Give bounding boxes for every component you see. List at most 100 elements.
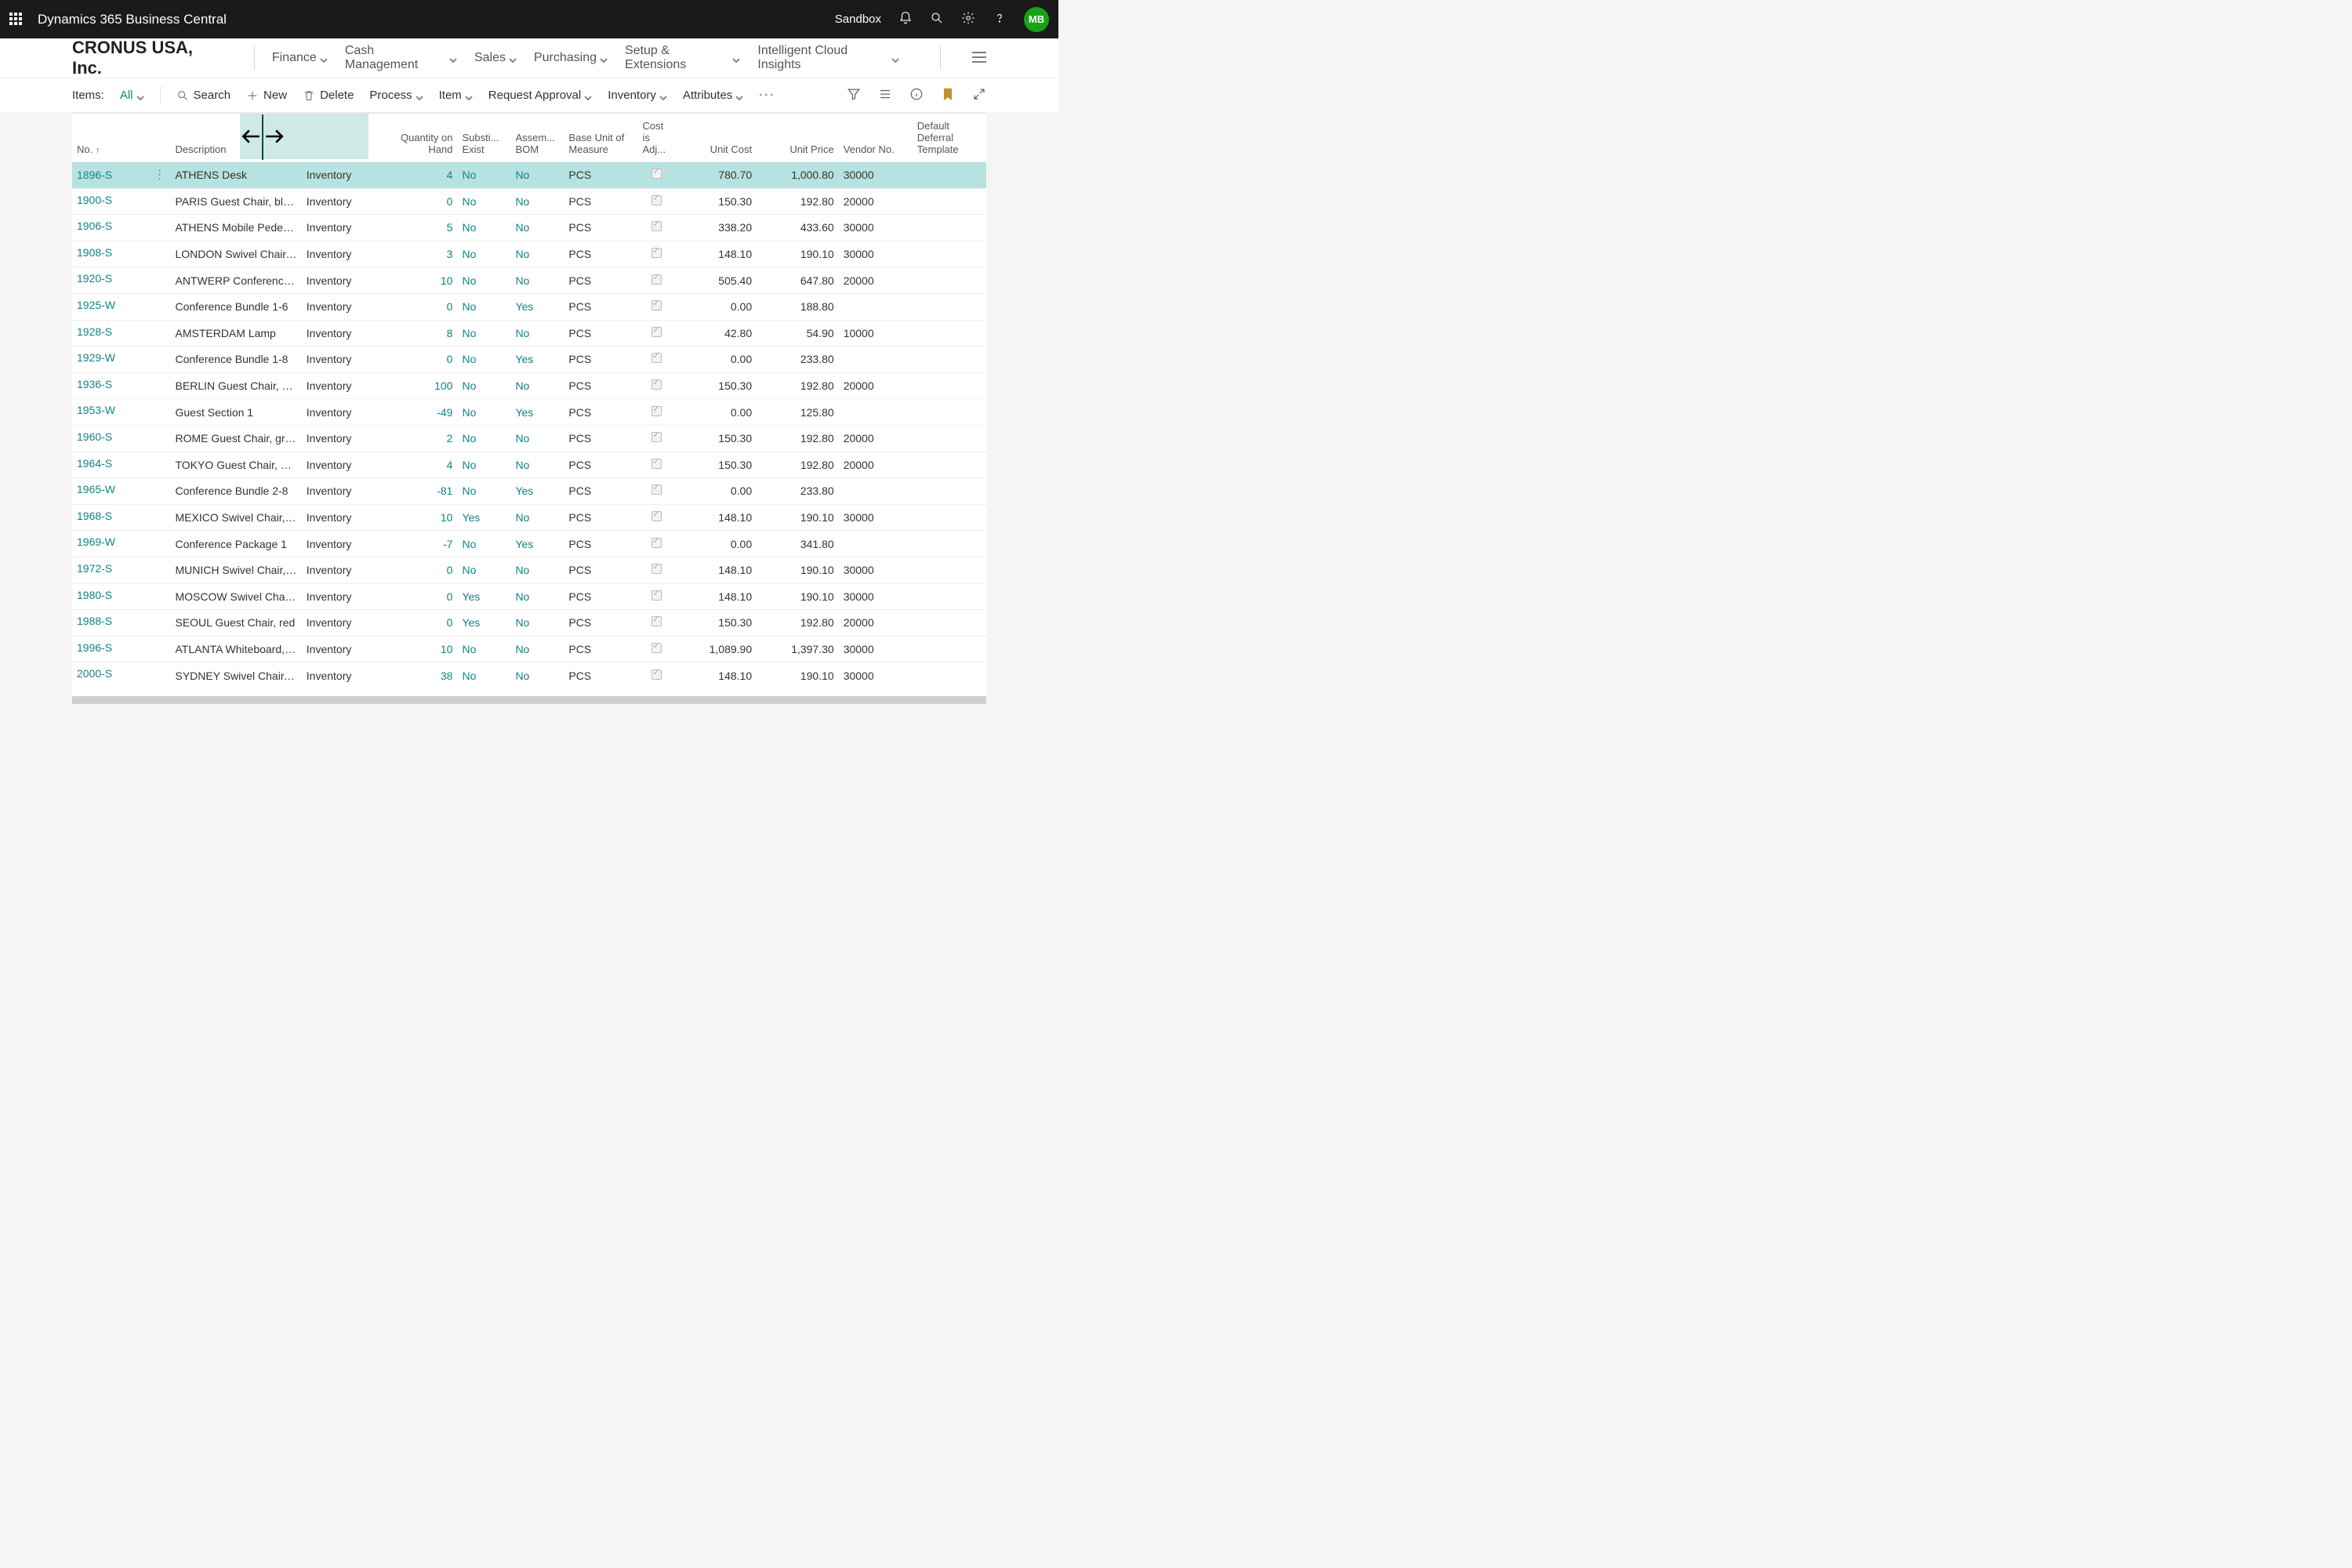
cell-substitutes[interactable]: No bbox=[457, 662, 510, 689]
cell-vendor[interactable]: 30000 bbox=[839, 504, 913, 531]
table-row[interactable]: 1936-SBERLIN Guest Chair, yell...Invento… bbox=[72, 372, 986, 399]
cell-no[interactable]: 1929-W bbox=[72, 347, 170, 368]
row-actions-icon[interactable]: ⋮ bbox=[153, 167, 165, 183]
column-resize-indicator[interactable] bbox=[240, 114, 368, 159]
item-menu[interactable]: Item bbox=[439, 89, 473, 102]
table-row[interactable]: 1920-SANTWERP Conference T...Inventory10… bbox=[72, 267, 986, 294]
cell-description[interactable]: SYDNEY Swivel Chair, gr... bbox=[170, 662, 301, 689]
cell-no[interactable]: 1980-S bbox=[72, 584, 170, 606]
cell-qty[interactable]: 10 bbox=[376, 636, 458, 662]
cell-vendor[interactable]: 20000 bbox=[839, 425, 913, 452]
cell-assembly-bom[interactable]: No bbox=[510, 636, 564, 662]
cell-vendor[interactable]: 20000 bbox=[839, 610, 913, 637]
cell-description[interactable]: BERLIN Guest Chair, yell... bbox=[170, 372, 301, 399]
more-actions[interactable]: ··· bbox=[759, 89, 775, 102]
cell-substitutes[interactable]: No bbox=[457, 557, 510, 583]
cell-vendor[interactable]: 30000 bbox=[839, 241, 913, 267]
cell-vendor[interactable]: 30000 bbox=[839, 636, 913, 662]
cell-qty[interactable]: 0 bbox=[376, 188, 458, 215]
cell-vendor[interactable] bbox=[839, 399, 913, 426]
cell-substitutes[interactable]: No bbox=[457, 267, 510, 294]
cell-assembly-bom[interactable]: No bbox=[510, 662, 564, 689]
cell-description[interactable]: MEXICO Swivel Chair, bl... bbox=[170, 504, 301, 531]
col-header-vendor[interactable]: Vendor No. bbox=[839, 114, 913, 162]
cell-substitutes[interactable]: No bbox=[457, 188, 510, 215]
col-header-no[interactable]: No. ↑ bbox=[72, 114, 170, 162]
cell-no[interactable]: 1965-W bbox=[72, 478, 170, 500]
cell-qty[interactable]: 4 bbox=[376, 162, 458, 189]
table-row[interactable]: 1965-WConference Bundle 2-8Inventory-81N… bbox=[72, 478, 986, 505]
cell-qty[interactable]: 4 bbox=[376, 452, 458, 478]
cell-qty[interactable]: 10 bbox=[376, 267, 458, 294]
list-view-icon[interactable] bbox=[878, 87, 892, 104]
request-approval-menu[interactable]: Request Approval bbox=[488, 89, 592, 102]
col-header-unit-price[interactable]: Unit Price bbox=[757, 114, 839, 162]
cell-no[interactable]: 1900-S bbox=[72, 189, 170, 211]
cell-description[interactable]: PARIS Guest Chair, black bbox=[170, 188, 301, 215]
cell-no[interactable]: 1988-S bbox=[72, 610, 170, 632]
cell-no[interactable]: 1964-S bbox=[72, 452, 170, 474]
cell-assembly-bom[interactable]: No bbox=[510, 215, 564, 241]
search-action[interactable]: Search bbox=[176, 89, 231, 102]
cell-qty[interactable]: 2 bbox=[376, 425, 458, 452]
cell-substitutes[interactable]: No bbox=[457, 531, 510, 557]
cell-qty[interactable]: 3 bbox=[376, 241, 458, 267]
col-header-substitutes[interactable]: Substi... Exist bbox=[457, 114, 510, 162]
attributes-menu[interactable]: Attributes bbox=[683, 89, 743, 102]
cell-substitutes[interactable]: No bbox=[457, 347, 510, 373]
info-icon[interactable] bbox=[909, 87, 924, 104]
table-row[interactable]: 1953-WGuest Section 1Inventory-49NoYesPC… bbox=[72, 399, 986, 426]
table-row[interactable]: 1896-S⋮ATHENS DeskInventory4NoNoPCS780.7… bbox=[72, 162, 986, 189]
cell-qty[interactable]: 100 bbox=[376, 372, 458, 399]
cell-vendor[interactable]: 20000 bbox=[839, 188, 913, 215]
cell-qty[interactable]: -81 bbox=[376, 478, 458, 505]
cell-description[interactable]: Conference Bundle 2-8 bbox=[170, 478, 301, 505]
app-launcher-icon[interactable] bbox=[9, 13, 24, 27]
cell-no[interactable]: 1936-S bbox=[72, 373, 170, 395]
cell-no[interactable]: 1996-S bbox=[72, 637, 170, 659]
cell-qty[interactable]: 0 bbox=[376, 347, 458, 373]
cell-assembly-bom[interactable]: No bbox=[510, 583, 564, 610]
cell-no[interactable]: 1908-S bbox=[72, 241, 170, 263]
cell-no[interactable]: 1925-W bbox=[72, 294, 170, 316]
cell-assembly-bom[interactable]: No bbox=[510, 557, 564, 583]
cell-vendor[interactable] bbox=[839, 293, 913, 320]
table-row[interactable]: 1972-SMUNICH Swivel Chair, y...Inventory… bbox=[72, 557, 986, 583]
table-row[interactable]: 1969-WConference Package 1Inventory-7NoY… bbox=[72, 531, 986, 557]
cell-no[interactable]: 1920-S bbox=[72, 267, 170, 289]
table-row[interactable]: 1964-STOKYO Guest Chair, blueInventory4N… bbox=[72, 452, 986, 478]
cell-description[interactable]: ROME Guest Chair, green bbox=[170, 425, 301, 452]
cell-substitutes[interactable]: No bbox=[457, 215, 510, 241]
cell-no[interactable]: 1896-S⋮ bbox=[72, 162, 170, 187]
filter-pane-icon[interactable] bbox=[847, 87, 861, 104]
cell-assembly-bom[interactable]: No bbox=[510, 267, 564, 294]
cell-substitutes[interactable]: No bbox=[457, 425, 510, 452]
cell-substitutes[interactable]: No bbox=[457, 162, 510, 189]
cell-vendor[interactable]: 30000 bbox=[839, 557, 913, 583]
cell-substitutes[interactable]: No bbox=[457, 241, 510, 267]
cell-substitutes[interactable]: No bbox=[457, 636, 510, 662]
nav-sales[interactable]: Sales bbox=[474, 51, 517, 65]
cell-substitutes[interactable]: No bbox=[457, 399, 510, 426]
cell-vendor[interactable]: 10000 bbox=[839, 320, 913, 347]
company-name[interactable]: CRONUS USA, Inc. bbox=[72, 38, 237, 78]
settings-gear-icon[interactable] bbox=[961, 11, 975, 27]
cell-vendor[interactable]: 30000 bbox=[839, 662, 913, 689]
col-header-unit-cost[interactable]: Unit Cost bbox=[675, 114, 757, 162]
table-row[interactable]: 1900-SPARIS Guest Chair, blackInventory0… bbox=[72, 188, 986, 215]
cell-assembly-bom[interactable]: No bbox=[510, 610, 564, 637]
cell-description[interactable]: AMSTERDAM Lamp bbox=[170, 320, 301, 347]
cell-substitutes[interactable]: Yes bbox=[457, 583, 510, 610]
new-action[interactable]: New bbox=[246, 89, 287, 102]
cell-assembly-bom[interactable]: No bbox=[510, 241, 564, 267]
cell-assembly-bom[interactable]: Yes bbox=[510, 399, 564, 426]
cell-qty[interactable]: 38 bbox=[376, 662, 458, 689]
cell-qty[interactable]: -7 bbox=[376, 531, 458, 557]
cell-qty[interactable]: 0 bbox=[376, 293, 458, 320]
cell-description[interactable]: Conference Bundle 1-6 bbox=[170, 293, 301, 320]
table-row[interactable]: 1925-WConference Bundle 1-6Inventory0NoY… bbox=[72, 293, 986, 320]
cell-substitutes[interactable]: Yes bbox=[457, 504, 510, 531]
cell-assembly-bom[interactable]: Yes bbox=[510, 531, 564, 557]
cell-assembly-bom[interactable]: Yes bbox=[510, 293, 564, 320]
cell-description[interactable]: ATHENS Mobile Pedestal bbox=[170, 215, 301, 241]
